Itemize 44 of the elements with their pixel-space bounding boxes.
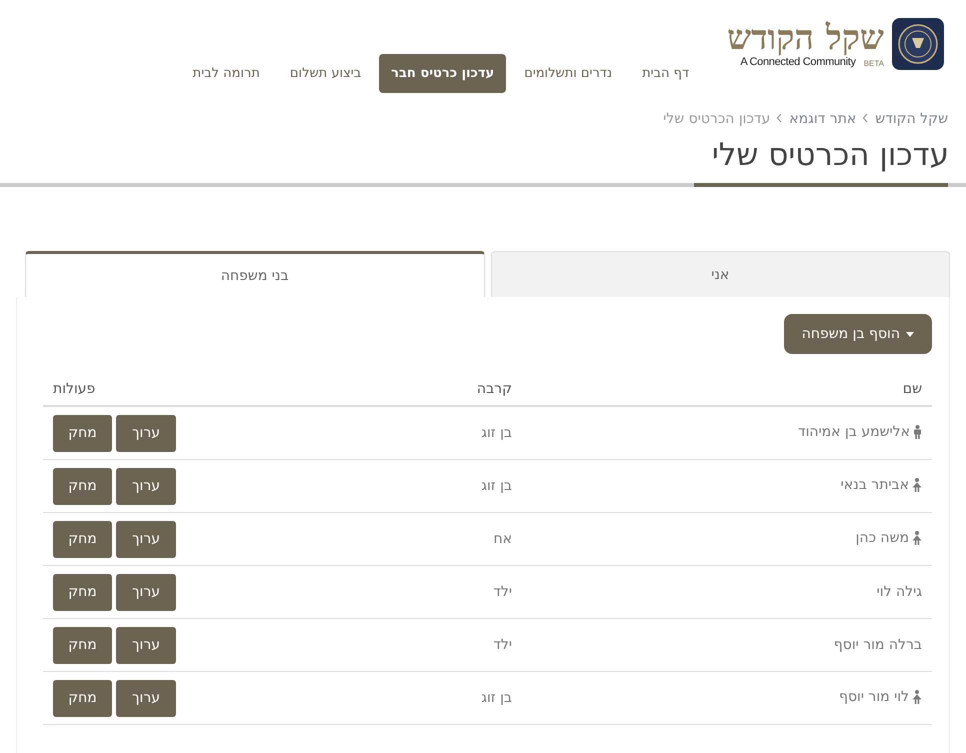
delete-button[interactable]: מחק xyxy=(53,414,112,452)
relation-text: בן זוג xyxy=(481,690,512,706)
logo-tagline: A Connected Community xyxy=(740,56,856,68)
nav-link[interactable]: תרומה לבית xyxy=(180,54,272,93)
member-name: אלישמע בן אמיהוד xyxy=(798,424,910,440)
member-name: ברלה מור יוסף xyxy=(834,637,922,653)
column-header: פעולות xyxy=(53,381,96,397)
edit-button[interactable]: ערוך xyxy=(116,626,176,664)
add-family-member-button[interactable]: הוסף בן משפחה xyxy=(784,314,932,354)
breadcrumb-link[interactable]: אתר דוגמא xyxy=(789,111,856,127)
breadcrumb-link[interactable]: שקל הקודש xyxy=(875,111,948,127)
delete-button[interactable]: מחק xyxy=(53,680,112,716)
edit-button[interactable]: ערוך xyxy=(116,414,176,452)
delete-button[interactable]: מחק xyxy=(53,626,112,664)
relation-text: ילד xyxy=(493,584,512,600)
current-page-label: עדכון הכרטיס שלי xyxy=(663,111,770,127)
edit-button[interactable]: ערוך xyxy=(116,574,176,610)
nav-link[interactable]: דף הבית xyxy=(630,54,702,93)
page-title: עדכון הכרטיס שלי xyxy=(710,136,949,175)
logo-title: שקל הקודש xyxy=(727,20,884,56)
delete-button[interactable]: מחק xyxy=(53,520,112,558)
caret-icon xyxy=(906,332,914,336)
member-name: גילה לוי xyxy=(876,584,922,600)
column-header: שם xyxy=(902,381,922,397)
delete-button[interactable]: מחק xyxy=(53,468,112,504)
delete-button[interactable]: מחק xyxy=(53,574,112,610)
column-header: קרבה xyxy=(476,381,512,397)
relation-text: ילד xyxy=(493,637,512,653)
tab[interactable]: אני xyxy=(490,251,950,297)
relation-text: בן זוג xyxy=(481,425,512,441)
edit-button[interactable]: ערוך xyxy=(116,468,176,504)
nav-link[interactable]: עדכון כרטיס חבר xyxy=(379,54,506,93)
nav-link[interactable]: נדרים ותשלומים xyxy=(512,54,624,93)
edit-button[interactable]: ערוך xyxy=(116,520,176,558)
member-name: משה כהן xyxy=(856,530,909,546)
tab[interactable]: בני משפחה xyxy=(25,251,484,297)
relation-text: בן זוג xyxy=(481,478,512,494)
member-name: אביתר בנאי xyxy=(840,476,909,492)
relation-text: אח xyxy=(493,531,512,547)
member-name: לוי מור יוסף xyxy=(838,688,909,704)
nav-link[interactable]: ביצוע תשלום xyxy=(278,54,374,93)
logo-emblem-icon xyxy=(892,18,944,70)
edit-button[interactable]: ערוך xyxy=(116,680,176,716)
beta-label: BETA xyxy=(864,59,884,68)
